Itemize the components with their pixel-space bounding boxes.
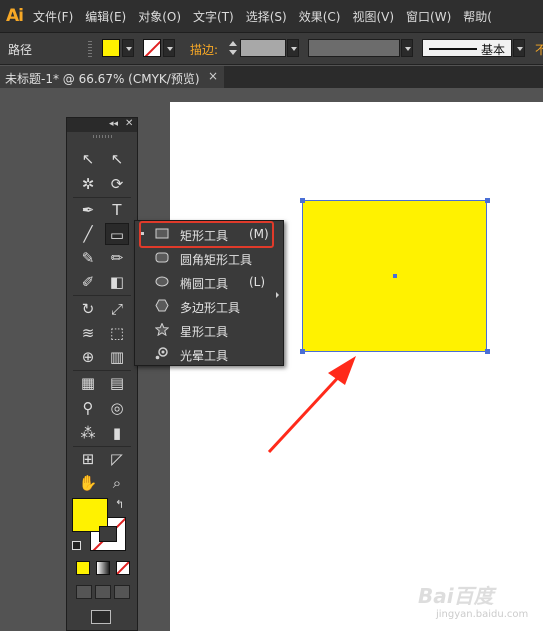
watermark-subtext: jingyan.baidu.com	[436, 609, 529, 620]
watermark: Bai百度 jingyan.baidu.com	[418, 580, 528, 620]
watermark-text: Bai百度	[418, 584, 494, 608]
pointer-arrow-annotation	[267, 356, 356, 454]
stroke-hole	[99, 526, 117, 542]
